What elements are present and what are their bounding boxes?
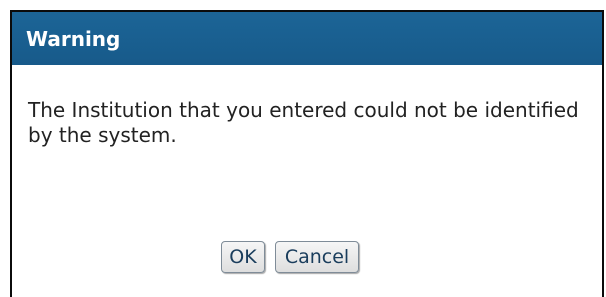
warning-dialog: Warning The Institution that you entered… <box>10 10 604 297</box>
dialog-button-row: OK Cancel <box>12 241 602 273</box>
dialog-title: Warning <box>26 27 121 51</box>
cancel-button[interactable]: Cancel <box>275 241 359 273</box>
ok-button[interactable]: OK <box>221 241 265 273</box>
dialog-title-bar: Warning <box>12 12 602 65</box>
dialog-message: The Institution that you entered could n… <box>28 98 579 147</box>
